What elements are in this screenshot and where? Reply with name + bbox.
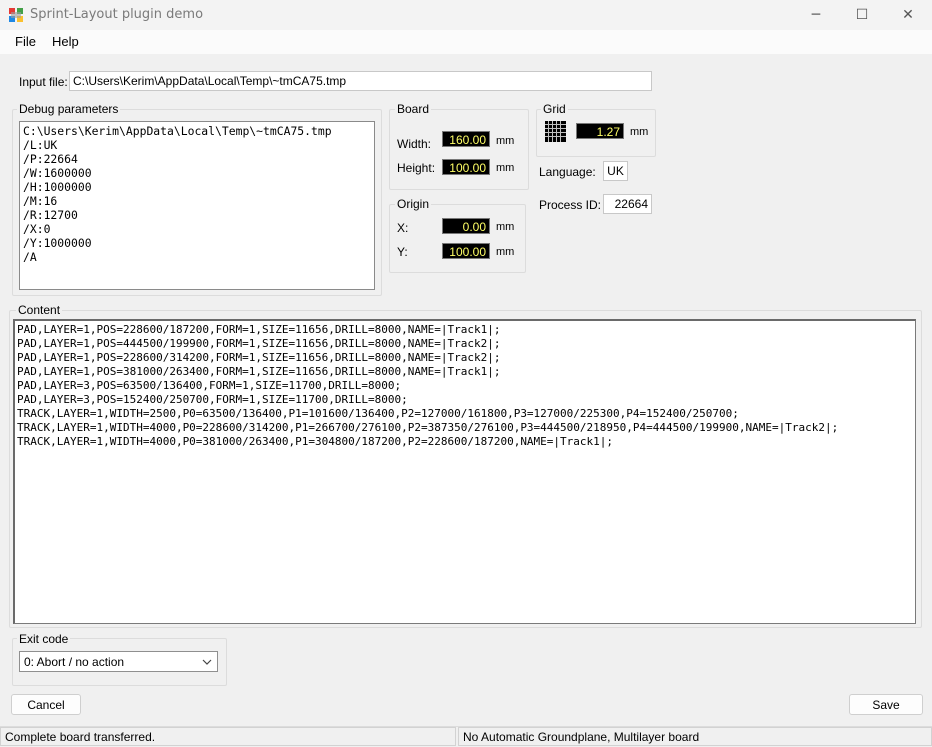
origin-x-input[interactable]: 0.00 xyxy=(442,218,490,234)
close-button[interactable]: ✕ xyxy=(885,0,931,30)
origin-y-input[interactable]: 100.00 xyxy=(442,243,490,259)
board-height-input[interactable]: 100.00 xyxy=(442,159,490,175)
origin-group-title: Origin xyxy=(395,197,432,211)
close-icon: ✕ xyxy=(902,7,914,23)
status-right: No Automatic Groundplane, Multilayer boa… xyxy=(458,727,932,746)
grid-unit: mm xyxy=(630,126,649,138)
board-group-title: Board xyxy=(395,102,432,116)
input-file-label: Input file: xyxy=(19,75,68,89)
debug-group-title: Debug parameters xyxy=(17,102,121,116)
origin-group xyxy=(389,204,526,273)
menu-help[interactable]: Help xyxy=(52,34,79,49)
window-title: Sprint-Layout plugin demo xyxy=(30,7,204,22)
board-width-input[interactable]: 160.00 xyxy=(442,131,490,147)
minimize-icon: ─ xyxy=(811,7,821,23)
language-label: Language: xyxy=(539,165,596,179)
exit-code-select[interactable]: 0: Abort / no action xyxy=(19,651,218,672)
debug-textarea[interactable]: C:\Users\Kerim\AppData\Local\Temp\~tmCA7… xyxy=(19,121,375,290)
board-height-label: Height: xyxy=(397,161,436,175)
app-icon xyxy=(8,7,24,23)
exit-code-title: Exit code xyxy=(17,632,71,646)
maximize-icon: ☐ xyxy=(855,7,869,23)
grid-input[interactable]: 1.27 xyxy=(576,123,624,139)
content-textarea[interactable]: PAD,LAYER=1,POS=228600/187200,FORM=1,SIZ… xyxy=(13,319,916,624)
language-field[interactable]: UK xyxy=(603,161,628,181)
content-group-title: Content xyxy=(16,303,63,317)
board-height-unit: mm xyxy=(496,162,515,174)
origin-y-label: Y: xyxy=(397,245,408,259)
grid-icon[interactable] xyxy=(545,121,566,142)
status-left: Complete board transferred. xyxy=(0,727,456,746)
process-id-label: Process ID: xyxy=(539,198,602,212)
input-file-field[interactable]: C:\Users\Kerim\AppData\Local\Temp\~tmCA7… xyxy=(69,71,652,91)
origin-x-label: X: xyxy=(397,221,409,235)
chevron-down-icon xyxy=(197,659,217,665)
menu-file[interactable]: File xyxy=(15,34,36,49)
origin-y-unit: mm xyxy=(496,246,515,258)
board-width-label: Width: xyxy=(397,137,432,151)
exit-code-selected: 0: Abort / no action xyxy=(24,654,125,669)
debug-text: C:\Users\Kerim\AppData\Local\Temp\~tmCA7… xyxy=(23,124,332,264)
board-width-unit: mm xyxy=(496,135,515,147)
minimize-button[interactable]: ─ xyxy=(793,0,839,30)
menu-bar xyxy=(0,30,932,54)
grid-group-title: Grid xyxy=(541,102,568,116)
save-button[interactable]: Save xyxy=(849,694,923,715)
content-text: PAD,LAYER=1,POS=228600/187200,FORM=1,SIZ… xyxy=(17,323,839,448)
process-id-field[interactable]: 22664 xyxy=(603,194,652,214)
maximize-button[interactable]: ☐ xyxy=(839,0,885,30)
cancel-button[interactable]: Cancel xyxy=(11,694,81,715)
origin-x-unit: mm xyxy=(496,221,515,233)
